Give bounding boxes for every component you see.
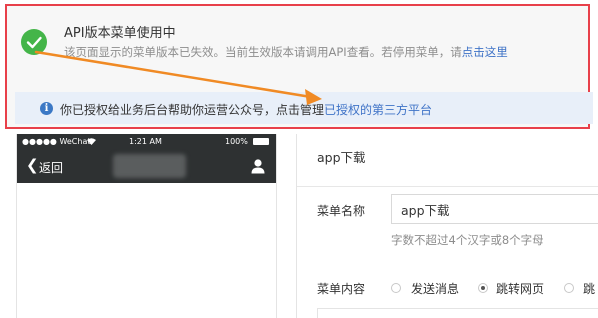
menu-status-notice: API版本菜单使用中 该页面显示的菜单版本已失效。当前生效版本请调用API查看。… [5,4,593,129]
user-icon[interactable] [250,158,266,174]
disable-menu-link[interactable]: 点击这里 [462,45,508,59]
battery-icon [253,138,269,145]
notice-description-text: 该页面显示的菜单版本已失效。当前生效版本请调用API查看。若停用菜单，请 [64,45,462,59]
carrier-label: ●●●●● WeChat [22,137,91,146]
content-settings-box [317,308,598,318]
radio-mini-program-label[interactable]: 跳 [583,280,595,297]
status-time: 1:21 AM [129,137,162,146]
back-chevron-icon[interactable]: ❮ [26,158,39,173]
info-text: 你已授权给业务后台帮助你运营公众号，点击管理已授权的第三方平台 [60,101,432,118]
divider [297,186,598,187]
third-party-platform-link[interactable]: 已授权的第三方平台 [324,103,432,117]
phone-nav-bar: ❮ 返回 [17,149,276,183]
radio-mini-program[interactable] [564,283,574,293]
menu-editor-panel: app下载 菜单名称 字数不超过4个汉字或8个字母 菜单内容 发送消息 跳转网页… [296,134,598,318]
check-icon [21,29,47,55]
menu-name-hint: 字数不超过4个汉字或8个字母 [391,233,544,247]
info-text-body: 你已授权给业务后台帮助你运营公众号，点击管理 [60,103,325,117]
battery-label: 100% [225,137,248,146]
radio-send-message[interactable] [391,283,401,293]
radio-open-webpage[interactable] [478,283,488,293]
radio-open-webpage-label[interactable]: 跳转网页 [496,280,544,297]
wifi-icon [87,138,96,145]
menu-content-label: 菜单内容 [317,282,366,296]
notice-description: 该页面显示的菜单版本已失效。当前生效版本请调用API查看。若停用菜单，请点击这里 [64,44,508,60]
notice-title: API版本菜单使用中 [64,26,176,41]
menu-title: app下载 [317,150,366,165]
menu-name-input[interactable] [391,194,598,224]
phone-status-bar: ●●●●● WeChat 1:21 AM 100% [17,134,276,149]
info-icon: i [40,102,53,115]
authorization-info-bar: i 你已授权给业务后台帮助你运营公众号，点击管理已授权的第三方平台 [15,92,593,124]
menu-name-label: 菜单名称 [317,204,366,218]
back-button-label[interactable]: 返回 [39,159,63,176]
phone-preview: ●●●●● WeChat 1:21 AM 100% ❮ 返回 [16,134,277,318]
blurred-account-name [113,154,186,178]
radio-send-message-label[interactable]: 发送消息 [411,280,459,297]
